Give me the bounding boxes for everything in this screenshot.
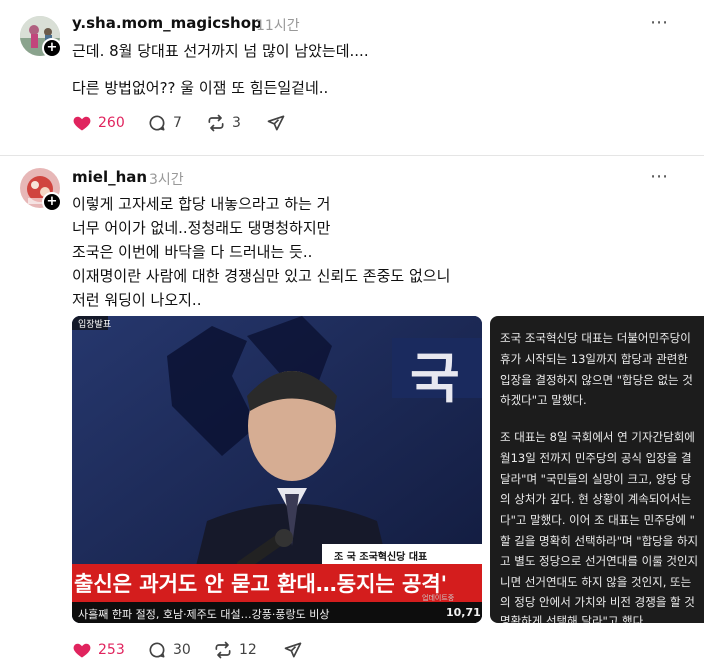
article-line: 조 대표는 8일 국회에서 연 기자간담회에	[500, 430, 695, 444]
article-line: 조국 조국혁신당 대표는 더불어민주당이	[500, 331, 691, 345]
article-line: 월13일 전까지 민주당의 공식 입장을 결	[500, 451, 692, 465]
backdrop-text: 국	[410, 347, 460, 410]
repost-icon	[215, 641, 231, 659]
article-line: 고 별도 정당으로 선거연대를 이룰 것인지	[500, 554, 699, 568]
post-1: + y.sha.mom_magicshop 11시간 ⋯ 근데. 8월 당대표 …	[0, 0, 704, 155]
share-button[interactable]	[283, 640, 303, 660]
post-text-line: 다른 방법없어?? 울 이잼 또 힘든일겉네..	[72, 79, 329, 97]
repost-count: 3	[232, 115, 241, 131]
article-line: 다"고 말했다. 이어 조 대표는 민주당에 "	[500, 513, 695, 527]
news-screenshot-image[interactable]: 입장발표 국 조 국 조국혁신당 대표 출신은 과거도 안 묻고 환대…동지는 …	[72, 316, 482, 623]
article-line: 하겠다"고 말했다.	[500, 393, 587, 407]
like-count: 260	[98, 115, 125, 131]
article-line: 의 정당 안에서 가치와 비전 경쟁을 할 것	[500, 595, 695, 609]
heart-filled-icon	[73, 643, 91, 658]
send-icon	[284, 642, 302, 658]
post-text-line: 너무 어이가 없네..정청래도 댕명청하지만	[72, 219, 331, 237]
article-line: 할 길을 명확히 선택하라"며 "합당을 하지	[500, 534, 699, 548]
corner-tag: 입장발표	[78, 320, 112, 330]
like-button[interactable]: 260	[72, 113, 125, 133]
article-line: 달라"며 "국민들의 실망이 크고, 양당 당	[500, 472, 692, 486]
article-line: 휴가 시작되는 13일까지 합당과 관련한	[500, 352, 688, 366]
article-line: 니면 선거연대도 하지 않을 것인지, 또는	[500, 575, 692, 589]
username[interactable]: miel_han	[72, 168, 147, 186]
username[interactable]: y.sha.mom_magicshop	[72, 14, 262, 32]
post-text-line: 저런 워딩이 나오지..	[72, 291, 202, 309]
ticker-text: 사흘째 한파 절정, 호남·제주도 대설…강풍·풍랑도 비상	[78, 608, 330, 621]
repost-button[interactable]: 12	[213, 640, 257, 660]
post-2: + miel_han 3시간 ⋯ 이렇게 고자세로 합당 내놓으라고 하는 거 …	[0, 156, 704, 669]
repost-count: 12	[239, 642, 257, 658]
send-icon	[267, 115, 285, 131]
like-button[interactable]: 253	[72, 640, 125, 660]
comment-icon	[149, 115, 165, 131]
article-line: 입장을 결정하지 않으면 "합당은 없는 것	[500, 373, 693, 387]
share-button[interactable]	[266, 113, 286, 133]
follow-plus-icon[interactable]: +	[42, 38, 62, 58]
article-line: 명확하게 선택해 달라"고 했다.	[500, 614, 647, 623]
comment-button[interactable]: 7	[147, 113, 182, 133]
comment-icon	[149, 642, 165, 658]
article-text-image[interactable]: 조국 조국혁신당 대표는 더불어민주당이 휴가 시작되는 13일까지 합당과 관…	[490, 316, 704, 623]
post-text-line: 근데. 8월 당대표 선거까지 넘 많이 남았는데....	[72, 42, 369, 60]
name-caption: 조 국 조국혁신당 대표	[334, 552, 428, 563]
repost-button[interactable]: 3	[206, 113, 241, 133]
heart-filled-icon	[73, 116, 91, 131]
post-text-line: 조국은 이번에 바닥을 다 드러내는 듯..	[72, 243, 313, 261]
headline-caption: 출신은 과거도 안 묻고 환대…동지는 공격'	[74, 572, 448, 596]
more-options-icon[interactable]: ⋯	[650, 12, 669, 33]
post-text-line: 이렇게 고자세로 합당 내놓으라고 하는 거	[72, 195, 331, 213]
post-time: 11시간	[256, 18, 300, 34]
post-time: 3시간	[149, 172, 184, 188]
repost-icon	[208, 114, 224, 132]
small-tag: 업데이트중	[422, 594, 455, 602]
comment-count: 7	[173, 115, 182, 131]
more-options-icon[interactable]: ⋯	[650, 166, 669, 187]
ticker-right: 10,71	[446, 606, 481, 619]
comment-button[interactable]: 30	[147, 640, 191, 660]
like-count: 253	[98, 642, 125, 658]
follow-plus-icon[interactable]: +	[42, 192, 62, 212]
post-text-line: 이재명이란 사람에 대한 경쟁심만 있고 신뢰도 존중도 없으니	[72, 267, 451, 285]
article-line: 의 상처가 깊다. 현 상황이 계속되어서는	[500, 492, 692, 506]
comment-count: 30	[173, 642, 191, 658]
